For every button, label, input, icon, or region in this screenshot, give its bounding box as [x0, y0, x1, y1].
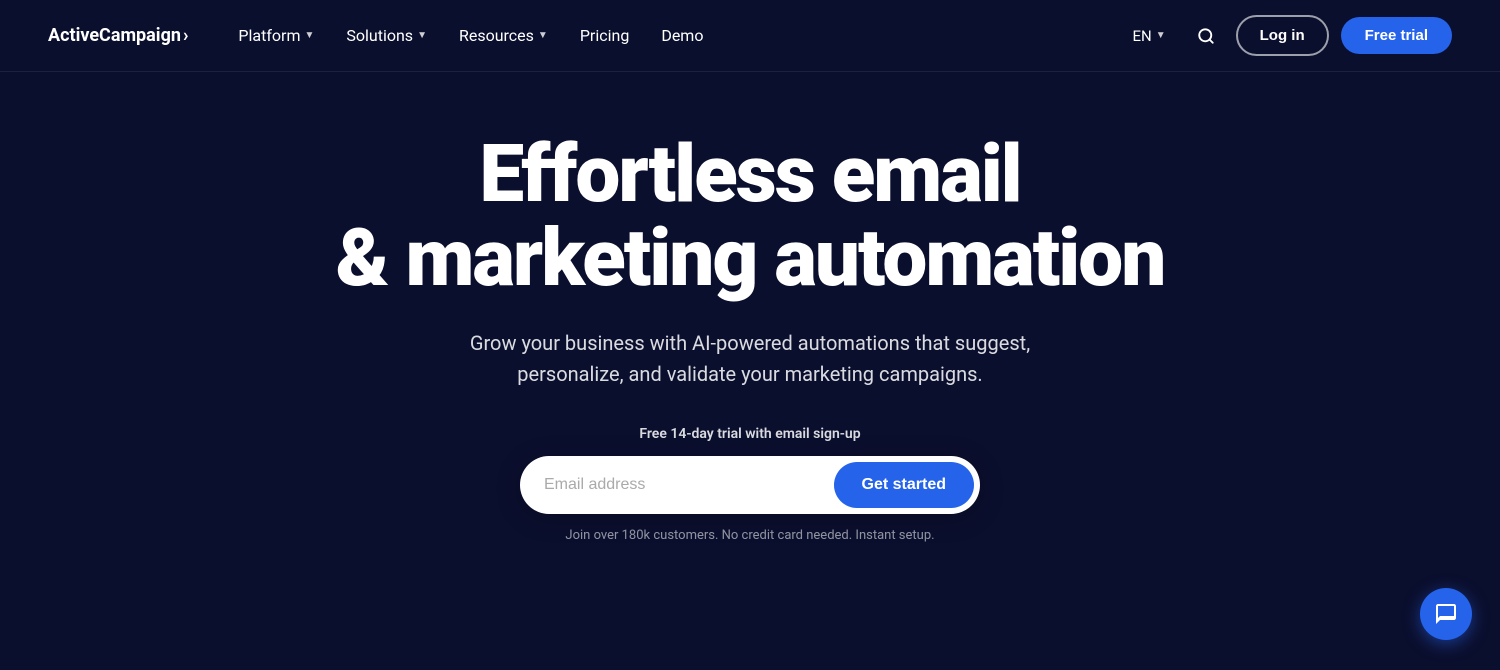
- chat-bubble-button[interactable]: [1420, 588, 1472, 640]
- language-label: EN: [1132, 27, 1151, 45]
- nav-item-resources[interactable]: Resources ▼: [445, 18, 562, 53]
- chevron-down-icon: ▼: [538, 30, 548, 41]
- email-form: Get started: [520, 456, 980, 514]
- logo[interactable]: ActiveCampaign ›: [48, 25, 188, 46]
- nav-item-platform[interactable]: Platform ▼: [224, 18, 328, 53]
- chevron-down-icon: ▼: [1156, 30, 1166, 41]
- email-input[interactable]: [544, 476, 834, 494]
- login-button[interactable]: Log in: [1236, 15, 1329, 56]
- form-note: Join over 180k customers. No credit card…: [565, 528, 934, 543]
- chat-icon: [1434, 602, 1458, 626]
- nav-links: Platform ▼ Solutions ▼ Resources ▼ Prici…: [224, 18, 717, 53]
- nav-item-pricing[interactable]: Pricing: [566, 18, 644, 53]
- chevron-down-icon: ▼: [304, 30, 314, 41]
- hero-subtitle: Grow your business with AI-powered autom…: [440, 328, 1060, 390]
- hero-title: Effortless email & marketing automation: [336, 132, 1165, 300]
- nav-right: EN ▼ Log in Free trial: [1122, 15, 1452, 56]
- logo-text: ActiveCampaign: [48, 25, 181, 46]
- language-selector[interactable]: EN ▼: [1122, 19, 1175, 53]
- trial-label: Free 14-day trial with email sign-up: [639, 426, 860, 442]
- chevron-down-icon: ▼: [417, 30, 427, 41]
- logo-arrow-icon: ›: [183, 25, 188, 46]
- search-icon: [1197, 27, 1215, 45]
- navbar: ActiveCampaign › Platform ▼ Solutions ▼ …: [0, 0, 1500, 72]
- nav-item-demo[interactable]: Demo: [647, 18, 717, 53]
- nav-item-solutions[interactable]: Solutions ▼: [332, 18, 441, 53]
- free-trial-nav-button[interactable]: Free trial: [1341, 17, 1452, 54]
- hero-section: Effortless email & marketing automation …: [0, 72, 1500, 583]
- get-started-button[interactable]: Get started: [834, 462, 974, 508]
- search-button[interactable]: [1188, 18, 1224, 54]
- nav-left: ActiveCampaign › Platform ▼ Solutions ▼ …: [48, 18, 717, 53]
